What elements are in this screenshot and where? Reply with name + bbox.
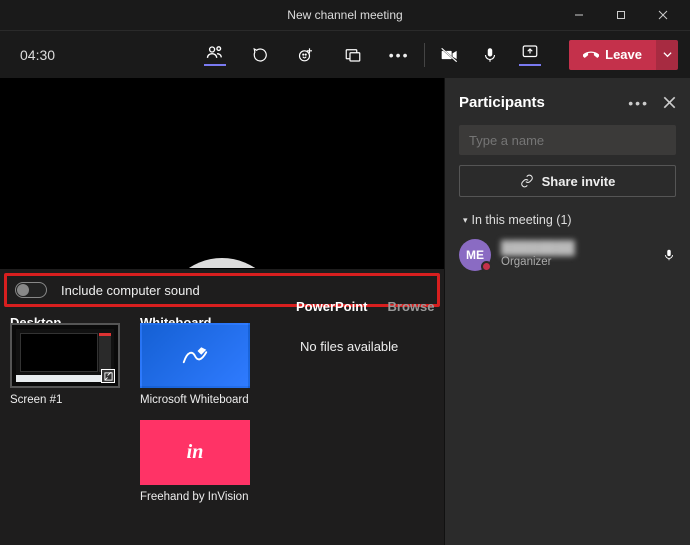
leave-button[interactable]: Leave (569, 40, 656, 70)
participant-initials: ME (466, 248, 484, 262)
participants-title: Participants (459, 94, 628, 111)
participant-role: Organizer (501, 256, 652, 270)
share-ms-whiteboard[interactable] (140, 323, 250, 388)
share-invision-freehand[interactable]: in (140, 420, 250, 485)
share-desktop-screen-1[interactable] (10, 323, 120, 388)
toggle-knob (17, 284, 29, 296)
col-powerpoint-header: PowerPoint (296, 299, 368, 314)
window-title: New channel meeting (287, 8, 402, 22)
participant-name: ████████ (501, 240, 652, 256)
participant-row[interactable]: ME ████████ Organizer (445, 235, 690, 275)
leave-menu-caret[interactable] (656, 40, 678, 70)
meeting-timer: 04:30 (20, 47, 55, 63)
toolbar-separator (424, 43, 425, 67)
share-ms-whiteboard-label: Microsoft Whiteboard (140, 394, 260, 406)
breakout-rooms-icon[interactable] (342, 44, 364, 66)
invision-logo-icon: in (187, 441, 204, 464)
share-invite-label: Share invite (542, 174, 616, 189)
video-stage: Include computer sound Desktop Whiteboar… (0, 78, 444, 545)
leave-button-label: Leave (605, 47, 642, 62)
in-meeting-label: In this meeting (1) (472, 213, 572, 227)
title-bar: New channel meeting (0, 0, 690, 30)
share-desktop-label: Screen #1 (10, 394, 120, 406)
browse-button[interactable]: Browse (388, 299, 435, 314)
participants-icon[interactable] (204, 44, 226, 66)
participants-panel: Participants ••• Share invite ▾ In this … (444, 78, 690, 545)
share-screen-icon[interactable] (519, 44, 541, 66)
participant-avatar: ME (459, 239, 491, 271)
expand-icon (101, 369, 115, 383)
reactions-icon[interactable] (296, 44, 318, 66)
meeting-toolbar: 04:30 ••• (0, 30, 690, 78)
include-sound-label: Include computer sound (61, 283, 200, 298)
include-sound-toggle[interactable] (15, 282, 47, 298)
participants-more-icon[interactable]: ••• (628, 95, 649, 111)
no-files-text: No files available (300, 339, 398, 354)
camera-off-icon[interactable] (439, 44, 461, 66)
chevron-down-icon: ▾ (463, 215, 468, 226)
in-meeting-section[interactable]: ▾ In this meeting (1) (445, 211, 690, 235)
microphone-icon[interactable] (479, 44, 501, 66)
participants-close-button[interactable] (663, 96, 676, 109)
window-minimize-button[interactable] (574, 10, 602, 20)
window-maximize-button[interactable] (616, 10, 644, 20)
invite-search-input[interactable] (459, 125, 676, 155)
window-close-button[interactable] (658, 10, 686, 20)
share-invite-button[interactable]: Share invite (459, 165, 676, 197)
status-busy-icon (481, 261, 492, 272)
more-icon[interactable]: ••• (388, 44, 410, 66)
participant-mic-icon[interactable] (662, 248, 676, 262)
chat-icon[interactable] (250, 44, 272, 66)
share-tray: Include computer sound Desktop Whiteboar… (0, 268, 444, 545)
share-invision-label: Freehand by InVision (140, 491, 260, 503)
